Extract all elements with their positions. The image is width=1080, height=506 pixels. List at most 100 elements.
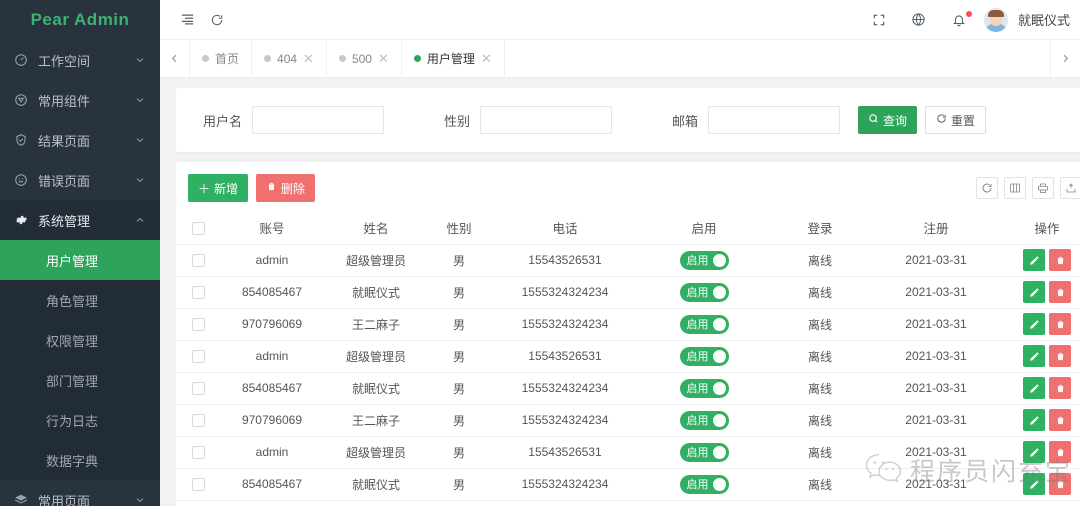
export-icon[interactable] <box>1060 177 1080 199</box>
tab-label: 首页 <box>215 52 240 66</box>
sidebar-item-user-management[interactable]: 用户管理 <box>0 240 160 280</box>
table-row[interactable]: admin 超级管理员男 15543526531 启用 离线 2021-03-31 <box>176 436 1080 469</box>
delete-icon[interactable] <box>1049 281 1071 303</box>
table-row[interactable]: admin 超级管理员男 15543526531 启用 离线 2021-03-31 <box>176 340 1080 373</box>
row-checkbox[interactable] <box>191 318 205 332</box>
sidebar-item-role-management[interactable]: 角色管理 <box>0 280 160 320</box>
sidebar-item-department-management[interactable]: 部门管理 <box>0 360 160 400</box>
row-checkbox[interactable] <box>191 446 205 460</box>
search-sex-input[interactable] <box>480 106 612 134</box>
edit-icon[interactable] <box>1023 281 1045 303</box>
bell-icon[interactable] <box>944 5 974 35</box>
enable-toggle[interactable]: 启用 <box>679 410 729 430</box>
sidebar-submenu-system: 用户管理 角色管理 权限管理 部门管理 行为日志 数据字典 <box>0 240 160 480</box>
sidebar-nav: 工作空间 常用组件 结果页面 错误页面 系统管理 用户管理 角色管理 权限管理 … <box>0 40 160 506</box>
row-checkbox[interactable] <box>191 414 205 428</box>
edit-icon[interactable] <box>1023 345 1045 367</box>
tab-user-management[interactable]: 用户管理 ✕ <box>402 40 505 77</box>
enable-toggle[interactable]: 启用 <box>679 250 729 270</box>
edit-icon[interactable] <box>1023 409 1045 431</box>
sidebar-item-workspace[interactable]: 工作空间 <box>0 40 160 80</box>
columns-icon[interactable] <box>1004 177 1026 199</box>
delete-icon[interactable] <box>1049 313 1071 335</box>
search-reset-button[interactable]: 重置 <box>925 106 987 134</box>
cell-enabled: 启用 <box>640 340 768 373</box>
sidebar-item-error-pages[interactable]: 错误页面 <box>0 160 160 200</box>
enable-toggle[interactable]: 启用 <box>679 474 729 494</box>
cell-operation <box>1000 468 1080 501</box>
search-submit-button[interactable]: 查询 <box>858 106 918 134</box>
username-label: 用户名 <box>202 113 242 129</box>
delete-icon[interactable] <box>1049 249 1071 271</box>
fullscreen-icon[interactable] <box>864 5 894 35</box>
select-all-checkbox[interactable] <box>191 221 205 235</box>
edit-icon[interactable] <box>1023 473 1045 495</box>
sidebar-item-permission-management[interactable]: 权限管理 <box>0 320 160 360</box>
print-icon[interactable] <box>1032 177 1054 199</box>
sidebar-item-components[interactable]: 常用组件 <box>0 80 160 120</box>
delete-icon[interactable] <box>1049 473 1071 495</box>
close-icon[interactable]: ✕ <box>378 52 389 65</box>
row-checkbox[interactable] <box>191 382 205 396</box>
globe-icon[interactable] <box>904 5 934 35</box>
content-area: 用户名 性别 邮箱 查询 重置 ＋ 新增 删除 账号 姓名 性别 电话 启用 登… <box>160 78 1080 506</box>
enable-toggle[interactable]: 启用 <box>679 442 729 462</box>
cell-register: 2021-03-31 <box>872 276 1000 309</box>
sidebar-item-data-dictionary[interactable]: 数据字典 <box>0 440 160 480</box>
sidebar-item-result-pages[interactable]: 结果页面 <box>0 120 160 160</box>
column-header-account[interactable]: 账号 <box>220 212 324 245</box>
edit-icon[interactable] <box>1023 313 1045 335</box>
refresh-icon[interactable] <box>202 5 232 35</box>
row-checkbox[interactable] <box>191 254 205 268</box>
edit-icon[interactable] <box>1023 249 1045 271</box>
row-checkbox[interactable] <box>191 350 205 364</box>
refresh-icon[interactable] <box>976 177 998 199</box>
search-username-input[interactable] <box>252 106 384 134</box>
column-header-enabled[interactable]: 启用 <box>640 212 768 245</box>
row-checkbox-cell <box>176 372 220 405</box>
search-email-input[interactable] <box>708 106 840 134</box>
tab-home[interactable]: 首页 <box>190 40 253 77</box>
column-header-register[interactable]: 注册 <box>872 212 1000 245</box>
sidebar-item-common-pages[interactable]: 常用页面 <box>0 480 160 506</box>
table-row[interactable]: 854085467 就眠仪式男 1555324324234 启用 离线 2021-03-3… <box>176 276 1080 309</box>
tab-500[interactable]: 500 ✕ <box>327 40 402 77</box>
column-header-sex[interactable]: 性别 <box>428 212 490 245</box>
edit-icon[interactable] <box>1023 441 1045 463</box>
add-button[interactable]: ＋ 新增 <box>188 174 249 202</box>
pagination: 1 2 3 4 <box>176 501 1080 506</box>
row-checkbox[interactable] <box>191 478 205 492</box>
username-label[interactable]: 就眠仪式 <box>1018 10 1070 29</box>
edit-icon[interactable] <box>1023 377 1045 399</box>
enable-toggle[interactable]: 启用 <box>679 378 729 398</box>
menu-icon[interactable] <box>172 5 202 35</box>
close-icon[interactable]: ✕ <box>303 52 314 65</box>
column-header-name[interactable]: 姓名 <box>324 212 428 245</box>
enable-toggle[interactable]: 启用 <box>679 282 729 302</box>
table-row[interactable]: 970796069 王二麻子男 1555324324234 启用 离线 2021-03-3… <box>176 308 1080 341</box>
cell-register: 2021-03-31 <box>872 372 1000 405</box>
delete-icon[interactable] <box>1049 377 1071 399</box>
sidebar-item-system[interactable]: 系统管理 <box>0 200 160 240</box>
delete-icon[interactable] <box>1049 441 1071 463</box>
sidebar-item-action-log[interactable]: 行为日志 <box>0 400 160 440</box>
enable-toggle[interactable]: 启用 <box>679 314 729 334</box>
close-icon[interactable]: ✕ <box>481 52 492 65</box>
table-row[interactable]: admin 超级管理员男 15543526531 启用 离线 2021-03-31 <box>176 244 1080 277</box>
delete-icon[interactable] <box>1049 345 1071 367</box>
column-header-phone[interactable]: 电话 <box>490 212 640 245</box>
table-row[interactable]: 854085467 就眠仪式男 1555324324234 启用 离线 2021-03-3… <box>176 468 1080 501</box>
avatar[interactable] <box>983 7 1008 32</box>
tab-list: 首页 404 ✕ 500 ✕ 用户管理 ✕ <box>190 40 1050 77</box>
tab-404[interactable]: 404 ✕ <box>252 40 327 77</box>
table-row[interactable]: 854085467 就眠仪式男 1555324324234 启用 离线 2021-03-3… <box>176 372 1080 405</box>
enable-toggle[interactable]: 启用 <box>679 346 729 366</box>
column-header-login[interactable]: 登录 <box>768 212 872 245</box>
table-row[interactable]: 970796069 王二麻子男 1555324324234 启用 离线 2021-03-3… <box>176 404 1080 437</box>
row-checkbox[interactable] <box>191 286 205 300</box>
delete-button[interactable]: 删除 <box>256 174 316 202</box>
tab-scroll-left-button[interactable] <box>160 40 190 77</box>
delete-icon[interactable] <box>1049 409 1071 431</box>
dashboard-icon <box>14 53 34 67</box>
tab-scroll-right-button[interactable] <box>1050 40 1080 77</box>
